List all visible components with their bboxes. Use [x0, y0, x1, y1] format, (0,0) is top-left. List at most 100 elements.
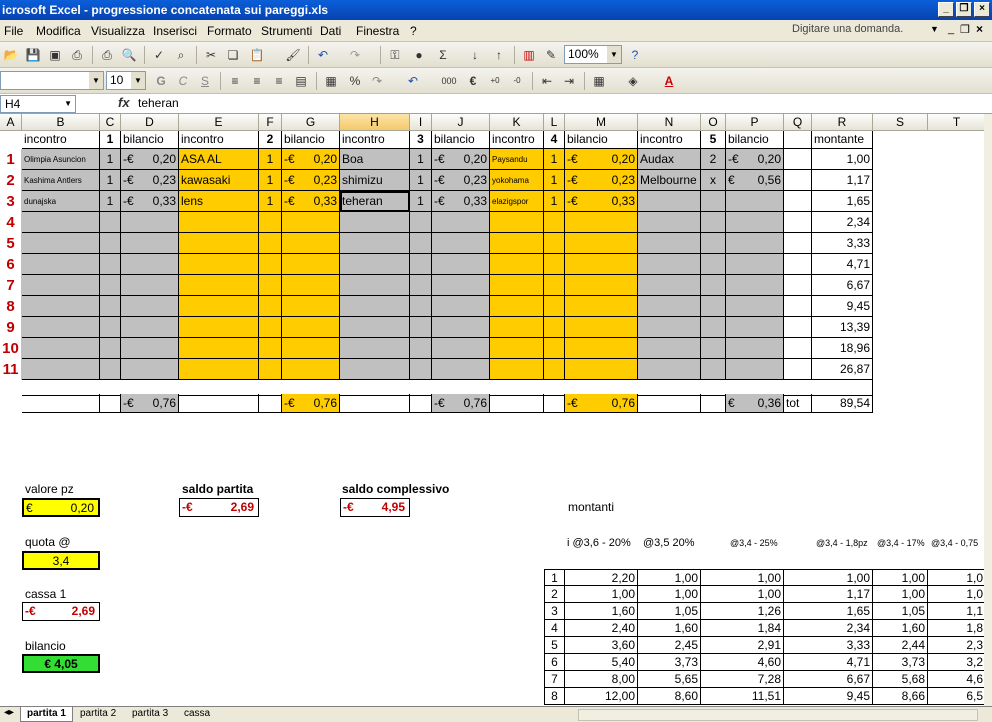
montanti-value[interactable]: 4,71 [784, 654, 873, 671]
menu-dati[interactable]: Dati [320, 24, 341, 38]
cell-k-1[interactable]: Paysandu [490, 149, 544, 170]
cell-b-4[interactable] [22, 212, 100, 233]
menu-finestra[interactable]: Finestra [356, 24, 399, 38]
cell-o-8[interactable] [701, 296, 726, 317]
cell-b-5[interactable] [22, 233, 100, 254]
cell-c-2[interactable]: 1 [100, 170, 121, 191]
cell-n-2[interactable]: Melbourne [638, 170, 701, 191]
hdr-incontro-2[interactable]: incontro [179, 131, 259, 149]
montanti-value[interactable]: 1,26 [701, 603, 784, 620]
montanti-index[interactable]: 2 [544, 586, 565, 603]
montanti-value[interactable]: 3,2 [928, 654, 986, 671]
cell-f-9[interactable] [259, 317, 282, 338]
cell-c-1[interactable]: 1 [100, 149, 121, 170]
hdr-bilancio-4[interactable]: bilancio [565, 131, 638, 149]
cell-r-4[interactable]: 2,34 [812, 212, 873, 233]
bold-icon[interactable]: G [152, 72, 170, 90]
hdr-num-3[interactable]: 3 [410, 131, 432, 149]
cell-k-10[interactable] [490, 338, 544, 359]
paste-icon[interactable]: 📋 [248, 46, 266, 64]
cell-n-11[interactable] [638, 359, 701, 380]
cell-l-2[interactable]: 1 [544, 170, 565, 191]
minimize-icon[interactable]: _ [938, 2, 954, 17]
cell-q-9[interactable] [784, 317, 812, 338]
cell-j-4[interactable] [432, 212, 490, 233]
hdr-incontro-1[interactable]: incontro [22, 131, 100, 149]
fill-color-icon[interactable]: ◈ [624, 72, 642, 90]
formula-input[interactable]: teheran [138, 96, 179, 110]
cell-m-9[interactable] [565, 317, 638, 338]
montanti-index[interactable]: 3 [544, 603, 565, 620]
cell-o-9[interactable] [701, 317, 726, 338]
cell-i-6[interactable] [410, 254, 432, 275]
cell-q-3[interactable] [784, 191, 812, 212]
cell-c-7[interactable] [100, 275, 121, 296]
cell-q-8[interactable] [784, 296, 812, 317]
cell-f-6[interactable] [259, 254, 282, 275]
undo-icon[interactable]: ↶ [314, 46, 332, 64]
cell-h-4[interactable] [340, 212, 410, 233]
montanti-value[interactable]: 1,60 [638, 620, 701, 637]
font-name-select[interactable]: ▼ [0, 71, 104, 90]
cell-b-9[interactable] [22, 317, 100, 338]
cell-l-7[interactable] [544, 275, 565, 296]
cell-i-11[interactable] [410, 359, 432, 380]
montanti-index[interactable]: 5 [544, 637, 565, 654]
row-number[interactable]: 4 [0, 212, 22, 233]
montanti-index[interactable]: 4 [544, 620, 565, 637]
cell-p-11[interactable] [726, 359, 784, 380]
montanti-value[interactable]: 11,51 [701, 688, 784, 705]
cell-e-1[interactable]: ASA AL [179, 149, 259, 170]
cell-r-9[interactable]: 13,39 [812, 317, 873, 338]
cell-m-11[interactable] [565, 359, 638, 380]
cell-k-11[interactable] [490, 359, 544, 380]
cell-m-7[interactable] [565, 275, 638, 296]
total-f[interactable] [259, 394, 282, 413]
cell-b-3[interactable]: dunajska [22, 191, 100, 212]
cell-l-10[interactable] [544, 338, 565, 359]
row-number[interactable]: 2 [0, 170, 22, 191]
cell-e-7[interactable] [179, 275, 259, 296]
row-number[interactable]: 5 [0, 233, 22, 254]
col-header-r[interactable]: R [812, 114, 873, 131]
cell-g-3[interactable]: -€ 0,33 [282, 191, 340, 212]
montanti-value[interactable]: 1,00 [873, 586, 928, 603]
cell-c-6[interactable] [100, 254, 121, 275]
cell-n-1[interactable]: Audax [638, 149, 701, 170]
cell-k-5[interactable] [490, 233, 544, 254]
montanti-value[interactable]: 3,60 [565, 637, 638, 654]
col-header-g[interactable]: G [282, 114, 340, 131]
row-number[interactable]: 1 [0, 149, 22, 170]
cell-n-5[interactable] [638, 233, 701, 254]
cell-r-2[interactable]: 1,17 [812, 170, 873, 191]
montanti-value[interactable]: 2,20 [565, 569, 638, 586]
col-header-s[interactable]: S [873, 114, 928, 131]
cell-l-4[interactable] [544, 212, 565, 233]
montanti-value[interactable]: 1,00 [784, 569, 873, 586]
col-header-a[interactable]: A [0, 114, 22, 131]
cell-m-3[interactable]: -€ 0,33 [565, 191, 638, 212]
cell-r-3[interactable]: 1,65 [812, 191, 873, 212]
cell-b-10[interactable] [22, 338, 100, 359]
col-header-c[interactable]: C [100, 114, 121, 131]
hdr-bilancio-5[interactable]: bilancio [726, 131, 784, 149]
total-e[interactable] [179, 394, 259, 413]
cell-h-2[interactable]: shimizu [340, 170, 410, 191]
cell-e-6[interactable] [179, 254, 259, 275]
redo-icon[interactable]: ↷ [368, 72, 386, 90]
cell-d-5[interactable] [121, 233, 179, 254]
valore-cell[interactable]: €0,20 [22, 498, 100, 517]
cell-g-8[interactable] [282, 296, 340, 317]
cell-l-8[interactable] [544, 296, 565, 317]
horizontal-scrollbar[interactable] [578, 709, 978, 721]
spreadsheet-grid[interactable]: A B C D E F G H I J K L M N O P Q R S T … [0, 114, 992, 706]
redo-icon[interactable]: ↷ [346, 46, 364, 64]
increase-decimal-icon[interactable]: +0 [486, 72, 504, 90]
cell-q-6[interactable] [784, 254, 812, 275]
restore-icon[interactable]: ❐ [956, 2, 972, 17]
cell-d-7[interactable] [121, 275, 179, 296]
cell-q-4[interactable] [784, 212, 812, 233]
cell-h-1[interactable]: Boa [340, 149, 410, 170]
hdr-montante[interactable]: montante [812, 131, 873, 149]
row-number[interactable]: 10 [0, 338, 22, 359]
